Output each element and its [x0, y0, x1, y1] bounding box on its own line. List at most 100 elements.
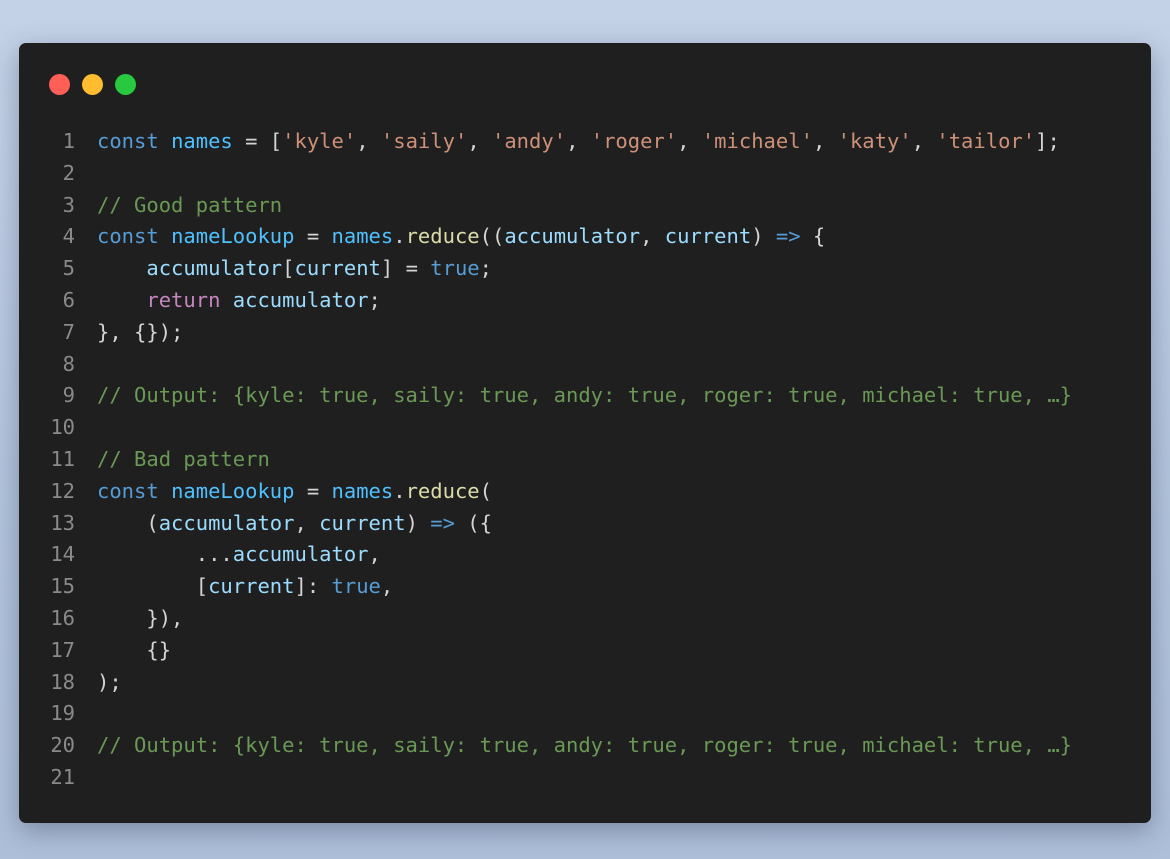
line-number: 16 — [50, 605, 75, 630]
code-token: [ — [282, 256, 295, 281]
code-token: ; — [479, 256, 492, 281]
line-number: 19 — [50, 701, 75, 726]
line-number: 3 — [62, 192, 75, 217]
code-line: 3 // Good pattern — [45, 190, 1145, 222]
code-line: 11 // Bad pattern — [45, 444, 1145, 476]
code-token: // Output: {kyle: true, saily: true, and… — [97, 733, 1073, 758]
code-token: = — [294, 478, 332, 503]
code-token: . — [393, 224, 406, 249]
code-block: 1 const names = ['kyle', 'saily', 'andy',… — [45, 126, 1145, 794]
code-token: }, {}); — [97, 319, 184, 344]
zoom-dot-icon[interactable] — [115, 74, 136, 95]
line-number: 17 — [50, 637, 75, 662]
code-line: 16 }), — [45, 603, 1145, 635]
line-number: 1 — [62, 129, 75, 153]
code-line: 21 — [45, 762, 1145, 794]
code-token: accumulator — [158, 510, 295, 535]
code-token: true — [430, 256, 480, 281]
line-number: 14 — [50, 542, 75, 567]
code-line: 12 const nameLookup = names.reduce( — [45, 476, 1145, 508]
code-token: => — [775, 224, 801, 249]
code-text: [current]: true, — [97, 571, 394, 603]
code-token: [ — [97, 574, 209, 599]
line-number: 4 — [62, 224, 75, 249]
code-text: // Good pattern — [97, 190, 282, 222]
code-text: return accumulator; — [97, 285, 381, 317]
code-text: // Output: {kyle: true, saily: true, and… — [97, 730, 1072, 762]
code-token: ); — [97, 669, 122, 694]
code-token: ({ — [454, 510, 492, 535]
code-token: 'katy' — [837, 129, 912, 153]
code-line: 9 // Output: {kyle: true, saily: true, an… — [45, 380, 1145, 412]
code-token: 'tailor' — [936, 129, 1036, 153]
line-number: 20 — [50, 733, 75, 758]
code-token: reduce — [405, 224, 480, 249]
code-line: 19 — [45, 698, 1145, 730]
code-token: return — [146, 287, 221, 312]
line-number: 7 — [62, 319, 75, 344]
line-number: 18 — [50, 669, 75, 694]
code-token: 'michael' — [701, 129, 813, 153]
code-token: , — [566, 129, 591, 153]
code-token: , — [640, 224, 665, 249]
code-token: const — [97, 129, 159, 153]
code-token: // Output: {kyle: true, saily: true, and… — [97, 383, 1073, 408]
code-text: }), — [97, 603, 183, 635]
code-token: { — [800, 224, 826, 249]
line-number: 11 — [50, 446, 75, 471]
code-token: . — [393, 478, 406, 503]
code-window: 1 const names = ['kyle', 'saily', 'andy',… — [19, 43, 1151, 823]
code-token: 'kyle' — [282, 129, 357, 153]
line-number: 12 — [50, 478, 75, 503]
code-token: reduce — [405, 478, 480, 503]
line-number: 13 — [50, 510, 75, 535]
code-token: }), — [97, 605, 184, 630]
code-text: // Output: {kyle: true, saily: true, and… — [97, 380, 1072, 412]
code-token: const — [97, 478, 159, 503]
code-token: (( — [479, 224, 505, 249]
code-token: ( — [479, 478, 492, 503]
code-line: 17 {} — [45, 635, 1145, 667]
code-token: ] = — [380, 256, 431, 281]
code-token: 'roger' — [590, 129, 678, 153]
code-text: }, {}); — [97, 317, 183, 349]
code-text: accumulator[current] = true; — [97, 253, 492, 285]
code-token: ]: — [294, 574, 332, 599]
code-text: ); — [97, 667, 122, 699]
code-token: = — [294, 224, 332, 249]
code-token: ) — [751, 224, 776, 249]
code-token: names — [331, 224, 394, 249]
code-text: const names = ['kyle', 'saily', 'andy', … — [97, 126, 1060, 158]
code-token: names — [331, 478, 394, 503]
code-token: 'saily' — [380, 129, 468, 153]
line-number: 9 — [62, 383, 75, 408]
code-token: {} — [97, 637, 172, 662]
code-token: ( — [97, 510, 159, 535]
code-token: , — [356, 129, 381, 153]
code-token: , — [380, 574, 394, 599]
close-dot-icon[interactable] — [49, 74, 70, 95]
code-token: nameLookup — [171, 478, 295, 503]
code-token: current — [664, 224, 752, 249]
code-token: , — [812, 129, 838, 153]
code-line: 2 — [45, 158, 1145, 190]
line-number: 2 — [62, 160, 75, 185]
code-token: accumulator — [232, 287, 369, 312]
code-token: true — [331, 574, 381, 599]
code-text: ...accumulator, — [97, 539, 381, 571]
window-controls — [49, 74, 136, 95]
code-text: // Bad pattern — [97, 444, 270, 476]
code-text: const nameLookup = names.reduce( — [97, 476, 492, 508]
code-token: names — [171, 129, 233, 153]
code-token: , — [911, 129, 937, 153]
code-token: ) — [405, 510, 431, 535]
code-token: ... — [97, 542, 233, 567]
code-line: 8 — [45, 349, 1145, 381]
minimize-dot-icon[interactable] — [82, 74, 103, 95]
code-token: nameLookup — [171, 224, 295, 249]
code-line: 20 // Output: {kyle: true, saily: true, a… — [45, 730, 1145, 762]
